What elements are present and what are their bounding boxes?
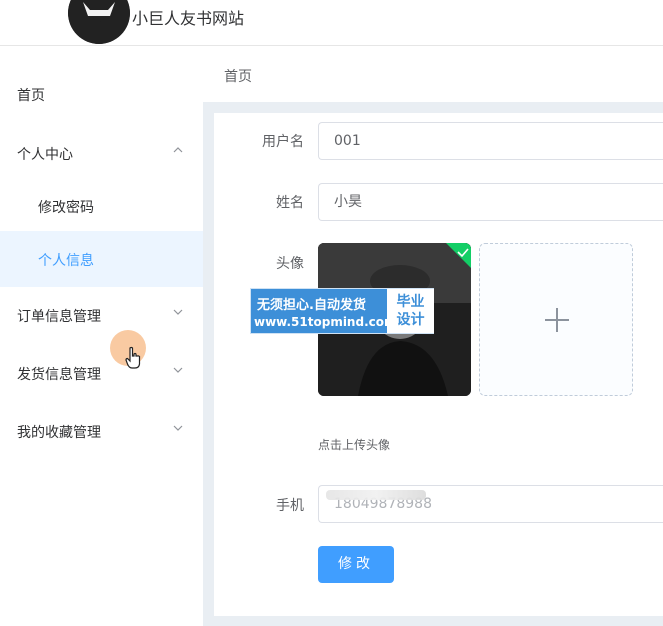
phone-field[interactable]: 18049878988 [318,485,663,523]
breadcrumb[interactable]: 首页 [224,66,252,86]
github-cat-icon[interactable] [68,0,130,44]
sidebar-item-label: 订单信息管理 [17,309,101,325]
sidebar-item-label: 个人信息 [38,253,94,269]
watermark-banner: 无须担心.自动发货 www.51topmind.com 毕业 设计 [250,288,434,334]
site-title: 小巨人友书网站 [132,9,245,28]
plus-icon [545,308,569,332]
sidebar-item-order-management[interactable]: 订单信息管理 [0,287,203,343]
chevron-down-icon [173,423,183,433]
phone-blur-mask [326,490,426,500]
sidebar-item-label: 个人中心 [17,147,73,163]
sidebar-item-personal-center[interactable]: 个人中心 [0,125,203,181]
profile-form-panel: 用户名 001 姓名 小昊 头像 无须担心.自动发货 www.51topmind… [214,113,663,616]
sidebar: 首页 个人中心 修改密码 个人信息 订单信息管理 发货信息管理 我的收藏管理 [0,46,203,626]
phone-label: 手机 [276,498,304,514]
name-label: 姓名 [276,195,304,211]
avatar-label: 头像 [276,256,304,272]
sidebar-item-favorites-management[interactable]: 我的收藏管理 [0,403,203,459]
sidebar-item-change-password[interactable]: 修改密码 [0,178,203,234]
upload-tip: 点击上传头像 [318,438,391,452]
sidebar-item-home[interactable]: 首页 [0,66,203,122]
submit-button[interactable]: 修改 [318,546,394,583]
sidebar-item-label: 修改密码 [38,200,94,216]
watermark-line1: 无须担心.自动发货 [257,298,366,313]
main-content: 首页 用户名 001 姓名 小昊 头像 无须担心.自动发货 www.51topm… [203,46,663,626]
chevron-up-icon [173,145,183,155]
hand-cursor-icon [124,346,142,370]
sidebar-item-label: 发货信息管理 [17,367,101,383]
watermark-badge-line1: 毕业 [396,294,425,310]
sidebar-item-personal-info[interactable]: 个人信息 [0,231,203,287]
avatar-upload-button[interactable] [479,243,633,396]
watermark-badge-line2: 设计 [396,312,425,328]
name-field[interactable]: 小昊 [318,183,663,221]
sidebar-item-shipping-management[interactable]: 发货信息管理 [0,345,203,401]
sidebar-item-label: 我的收藏管理 [17,425,101,441]
sidebar-item-label: 首页 [17,88,45,104]
watermark-badge: 毕业 设计 [387,289,434,333]
watermark-line2: www.51topmind.com [254,315,397,329]
chevron-down-icon [173,307,183,317]
top-header: 小巨人友书网站 [0,0,663,46]
chevron-down-icon [173,365,183,375]
username-label: 用户名 [262,134,304,150]
username-field[interactable]: 001 [318,122,663,160]
